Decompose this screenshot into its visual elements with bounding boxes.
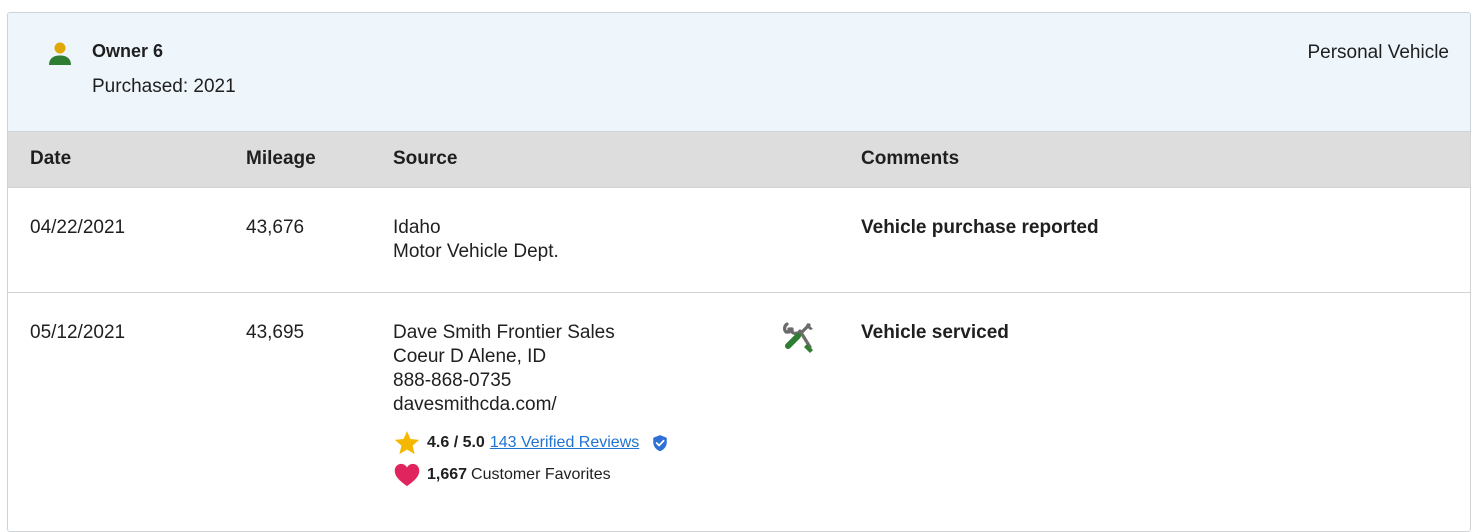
column-header-source: Source xyxy=(393,148,458,169)
table-header: Date Mileage Source Comments xyxy=(8,132,1470,188)
verified-shield-icon xyxy=(653,435,667,452)
record-date: 04/22/2021 xyxy=(30,217,126,238)
table-row: 04/22/2021 43,676 Idaho Motor Vehicle De… xyxy=(8,188,1470,293)
favorites-count: 1,667 xyxy=(427,466,468,483)
dealer-rating: 4.6 / 5.0 143 Verified Reviews xyxy=(393,430,669,456)
heart-icon xyxy=(394,463,420,487)
verified-reviews-link[interactable]: 143 Verified Reviews xyxy=(490,434,639,452)
dealer-phone: 888-868-0735 xyxy=(393,370,512,391)
table-row: 05/12/2021 43,695 Dave Smith Frontier Sa… xyxy=(8,293,1470,531)
customer-favorites: 1,667 Customer Favorites xyxy=(393,462,611,488)
column-header-mileage: Mileage xyxy=(246,148,316,169)
column-header-comments: Comments xyxy=(861,148,960,169)
favorites-label: Customer Favorites xyxy=(471,466,611,483)
record-date: 05/12/2021 xyxy=(30,322,126,343)
record-source: Idaho Motor Vehicle Dept. xyxy=(393,216,559,264)
record-mileage: 43,676 xyxy=(246,217,305,238)
vehicle-type: Personal Vehicle xyxy=(1307,42,1449,63)
source-line: Motor Vehicle Dept. xyxy=(393,241,559,262)
source-line: Idaho xyxy=(393,217,441,238)
owner-name: Owner 6 xyxy=(92,41,164,61)
person-icon xyxy=(49,42,71,65)
star-icon xyxy=(394,431,420,455)
owner-purchased: Purchased: 2021 xyxy=(92,76,236,97)
owner-header: Owner 6 Purchased: 2021 Personal Vehicle xyxy=(8,13,1470,132)
record-comment: Vehicle serviced xyxy=(861,322,1009,343)
dealer-location: Coeur D Alene, ID xyxy=(393,346,547,367)
dealer-website: davesmithcda.com/ xyxy=(393,394,557,415)
rating-value: 4.6 / 5.0 xyxy=(427,434,485,451)
record-source: Dave Smith Frontier Sales Coeur D Alene,… xyxy=(393,321,615,417)
dealer-name: Dave Smith Frontier Sales xyxy=(393,322,615,343)
tools-icon xyxy=(783,322,813,353)
column-header-date: Date xyxy=(30,148,72,169)
record-comment: Vehicle purchase reported xyxy=(861,217,1099,238)
record-mileage: 43,695 xyxy=(246,322,305,343)
owner-history-card: Owner 6 Purchased: 2021 Personal Vehicle… xyxy=(7,12,1471,532)
